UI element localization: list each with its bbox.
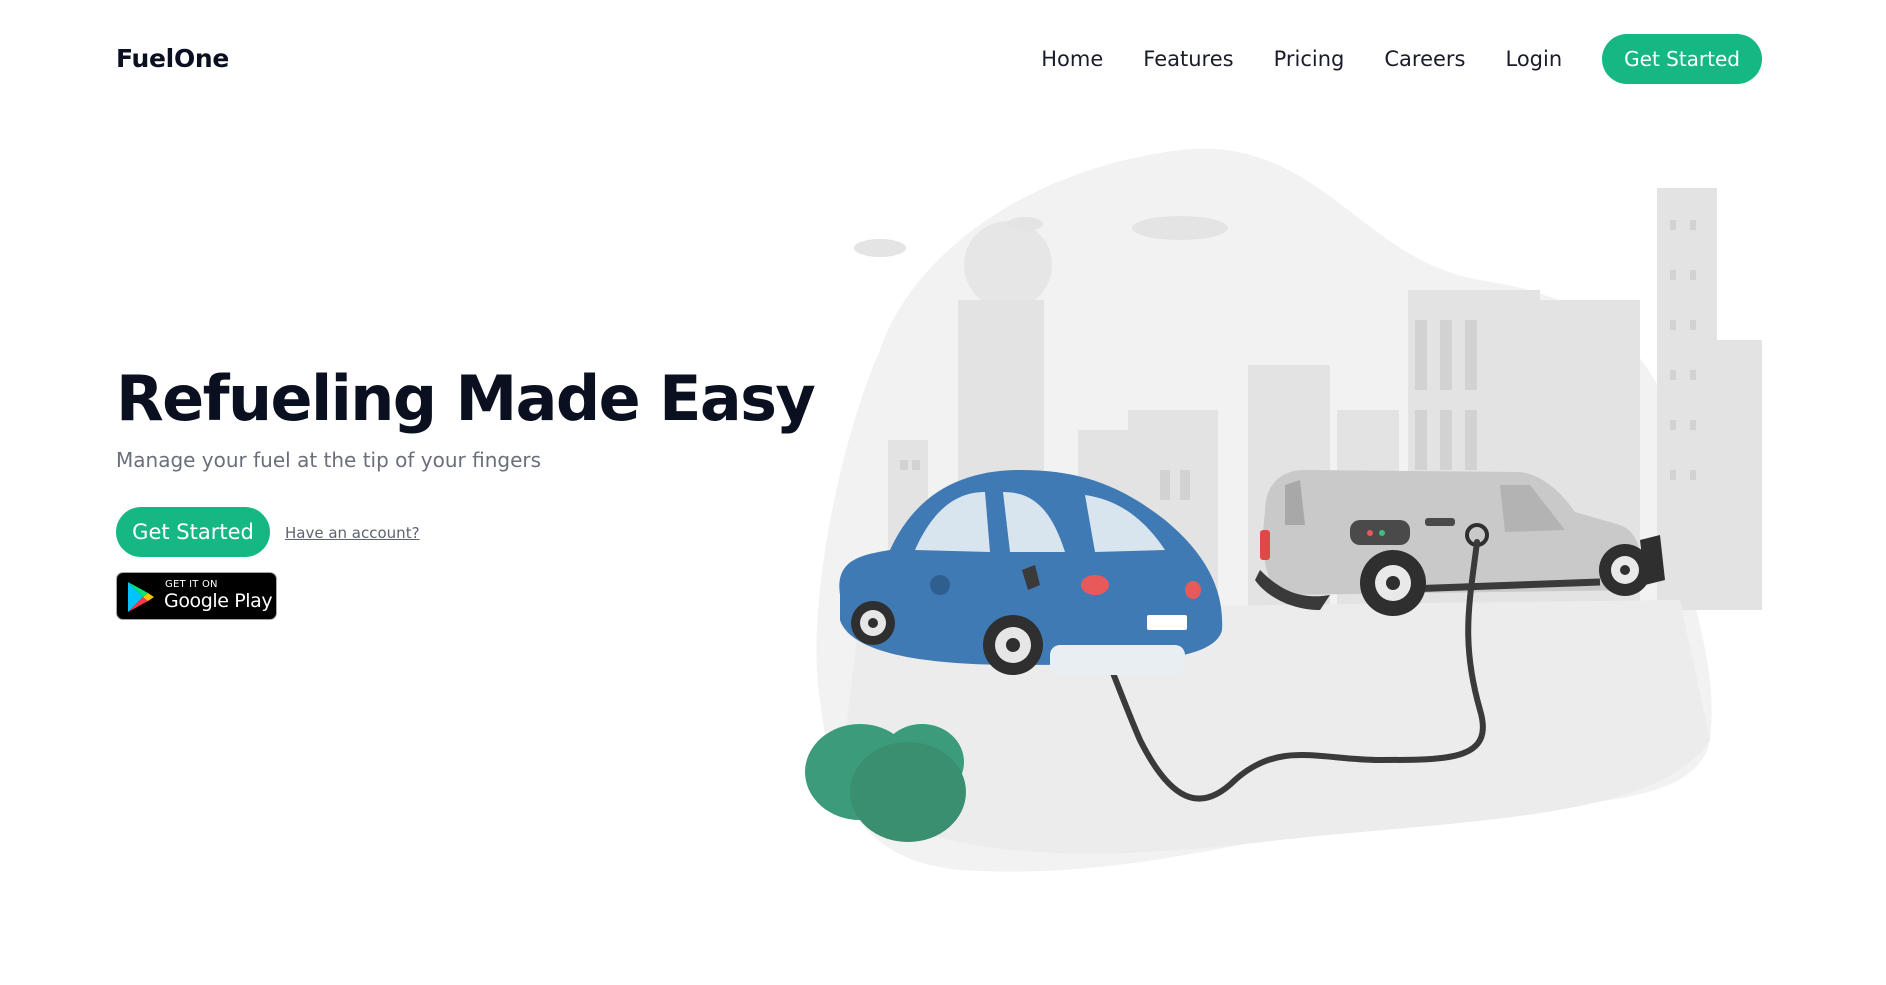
nav-link-pricing[interactable]: Pricing — [1274, 47, 1345, 71]
nav-link-home[interactable]: Home — [1041, 47, 1103, 71]
hero-illustration — [805, 148, 1762, 872]
badge-small-text: GET IT ON — [165, 579, 218, 590]
nav-link-careers[interactable]: Careers — [1384, 47, 1465, 71]
hero-subtitle: Manage your fuel at the tip of your fing… — [116, 448, 542, 472]
nav-link-features[interactable]: Features — [1143, 47, 1233, 71]
bush-illustration — [805, 724, 966, 842]
brand-logo[interactable]: FuelOne — [116, 44, 229, 73]
hero-get-started-button[interactable]: Get Started — [116, 507, 270, 557]
badge-big-text: Google Play — [164, 590, 273, 612]
cloud-shape — [854, 239, 906, 257]
cloud-shape — [1007, 217, 1043, 231]
sun-shape — [964, 221, 1052, 309]
google-play-badge[interactable]: GET IT ON Google Play — [116, 572, 277, 620]
nav-links: Home Features Pricing Careers Login Get … — [1041, 34, 1762, 84]
cloud-shape — [1132, 216, 1228, 240]
have-account-link[interactable]: Have an account? — [285, 524, 420, 542]
nav-link-login[interactable]: Login — [1505, 47, 1562, 71]
top-nav: FuelOne Home Features Pricing Careers Lo… — [0, 0, 1886, 120]
nav-get-started-button[interactable]: Get Started — [1602, 34, 1762, 84]
google-play-icon — [128, 582, 154, 612]
hero-title: Refueling Made Easy — [116, 362, 816, 435]
